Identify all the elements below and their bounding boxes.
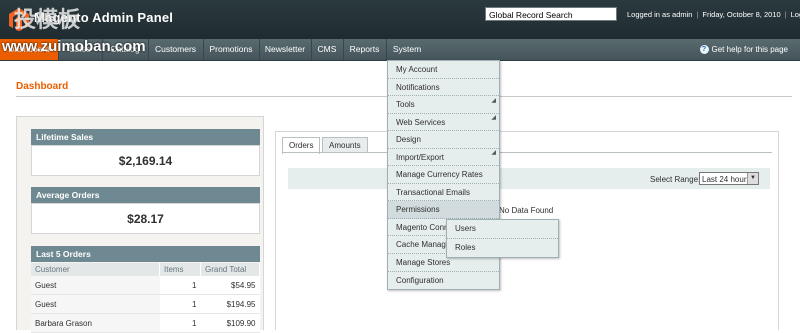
menu-item-web-services[interactable]: Web Services ◢ — [388, 114, 499, 132]
logout-link[interactable]: Log Out — [791, 10, 800, 19]
page-title: Dashboard — [16, 81, 69, 92]
no-data-text: No Data Found — [499, 206, 554, 215]
user-info: Logged in as admin | Friday, October 8, 20… — [627, 10, 800, 19]
menu-item-label: Web Services — [396, 117, 446, 127]
table-row[interactable]: Barbara Grason 1 $109.90 — [31, 313, 260, 333]
cell-customer: Guest — [31, 294, 160, 314]
menu-item-my-account[interactable]: My Account — [388, 61, 499, 79]
cell-items: 1 — [159, 276, 201, 295]
cell-customer: Barbara Grason — [31, 313, 160, 333]
menu-item-currency-rates[interactable]: Manage Currency Rates — [388, 166, 499, 184]
col-items[interactable]: Items — [159, 263, 201, 276]
average-orders-value: $28.17 — [31, 203, 260, 234]
lifetime-sales-value: $2,169.14 — [31, 145, 260, 176]
nav-promotions[interactable]: Promotions — [203, 39, 260, 60]
header-bar: Magento Admin Panel 投模板 Global Record Se… — [0, 0, 800, 39]
tab-divider — [282, 152, 772, 153]
watermark-url: www.zuimoban.com — [2, 38, 146, 55]
help-link[interactable]: ? Get help for this page — [699, 39, 789, 60]
help-icon: ? — [699, 45, 709, 55]
chevron-down-icon: ▼ — [747, 173, 758, 184]
tab-amounts[interactable]: Amounts — [322, 137, 368, 153]
cell-total: $54.95 — [200, 276, 260, 295]
nav-newsletter[interactable]: Newsletter — [259, 39, 312, 60]
menu-item-label: Tools — [396, 100, 415, 110]
menu-item-design[interactable]: Design — [388, 131, 499, 149]
global-search-input[interactable]: Global Record Search — [485, 7, 617, 21]
lifetime-sales-header: Lifetime Sales — [31, 129, 260, 145]
menu-item-notifications[interactable]: Notifications — [388, 79, 499, 97]
cell-total: $109.90 — [200, 313, 260, 333]
cell-total: $194.95 — [200, 294, 260, 314]
submenu-item-users[interactable]: Users — [447, 220, 558, 239]
range-select[interactable]: Last 24 hours ▼ — [699, 172, 759, 185]
menu-item-tools[interactable]: Tools ◢ — [388, 96, 499, 114]
average-orders-header: Average Orders — [31, 187, 260, 203]
col-customer[interactable]: Customer — [31, 263, 160, 276]
table-row[interactable]: Guest 1 $194.95 — [31, 294, 260, 314]
watermark-text: 投模板 — [14, 7, 81, 32]
cell-items: 1 — [159, 294, 201, 314]
submenu-item-roles[interactable]: Roles — [447, 239, 558, 258]
nav-reports[interactable]: Reports — [343, 39, 387, 60]
cell-items: 1 — [159, 313, 201, 333]
nav-system[interactable]: System — [386, 39, 428, 60]
logged-in-text: Logged in as admin — [627, 10, 693, 19]
submenu-arrow-icon: ◢ — [491, 150, 496, 157]
cell-customer: Guest — [31, 276, 160, 295]
date-text: Friday, October 8, 2010 — [702, 10, 781, 19]
nav-customers[interactable]: Customers — [148, 39, 204, 60]
menu-item-import-export[interactable]: Import/Export ◢ — [388, 149, 499, 167]
submenu-arrow-icon: ◢ — [491, 97, 496, 104]
nav-cms[interactable]: CMS — [311, 39, 344, 60]
col-grand-total[interactable]: Grand Total — [200, 263, 260, 276]
menu-item-permissions[interactable]: Permissions — [388, 201, 499, 219]
menu-item-label: Import/Export — [396, 152, 445, 162]
range-label: Select Range: — [650, 175, 701, 184]
menu-item-configuration[interactable]: Configuration — [388, 272, 499, 290]
permissions-submenu: Users Roles — [446, 219, 559, 258]
submenu-arrow-icon: ◢ — [491, 115, 496, 122]
help-label: Get help for this page — [711, 45, 789, 54]
last-orders-table: Customer Items Grand Total Guest 1 $54.9… — [31, 263, 260, 333]
last-orders-header: Last 5 Orders — [31, 246, 260, 262]
menu-item-transactional-emails[interactable]: Transactional Emails — [388, 184, 499, 202]
range-select-value: Last 24 hours — [702, 175, 751, 184]
table-row[interactable]: Guest 1 $54.95 — [31, 276, 260, 295]
